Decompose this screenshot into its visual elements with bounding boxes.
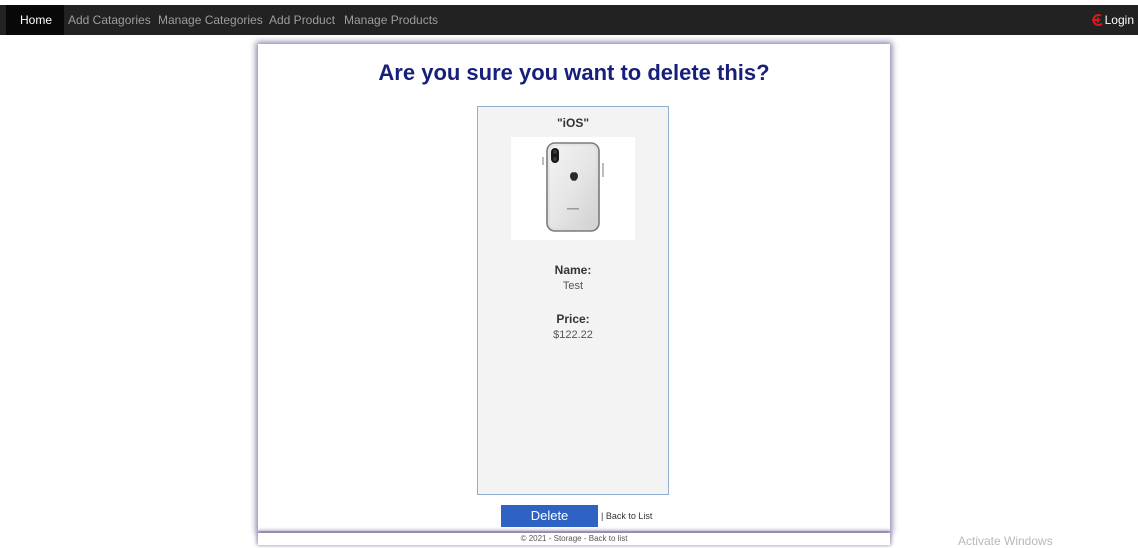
navbar: Home Add Catagories Manage Categories Ad… xyxy=(0,5,1138,35)
nav-home[interactable]: Home xyxy=(6,5,65,35)
back-to-list-link[interactable]: | Back to List xyxy=(601,511,652,521)
nav-manage-categories[interactable]: Manage Categories xyxy=(158,5,263,35)
activate-windows-watermark: Activate Windows xyxy=(958,534,1053,548)
product-image xyxy=(511,137,635,240)
login-icon xyxy=(1091,7,1105,26)
login-label: Login xyxy=(1104,13,1134,27)
login-link[interactable]: Login xyxy=(1091,5,1134,35)
name-value: Test xyxy=(562,280,584,292)
iphone-back-image xyxy=(542,142,604,232)
page-title: Are you sure you want to delete this? xyxy=(378,60,770,85)
delete-confirmation-panel: Are you sure you want to delete this? "i… xyxy=(258,44,890,531)
price-value: $122.22 xyxy=(553,329,593,341)
nav-add-categories[interactable]: Add Catagories xyxy=(68,5,151,35)
delete-button[interactable]: Delete xyxy=(501,505,598,527)
product-category: "iOS" xyxy=(556,116,590,130)
footer: © 2021 - Storage - Back to list xyxy=(258,533,890,545)
nav-manage-products[interactable]: Manage Products xyxy=(344,5,438,35)
price-label: Price: xyxy=(556,312,590,326)
name-label: Name: xyxy=(554,263,592,277)
footer-text: © 2021 - Storage - Back to list xyxy=(520,534,628,543)
product-card: "iOS" Name: Test Price: $122.22 xyxy=(477,106,669,495)
nav-add-product[interactable]: Add Product xyxy=(269,5,335,35)
